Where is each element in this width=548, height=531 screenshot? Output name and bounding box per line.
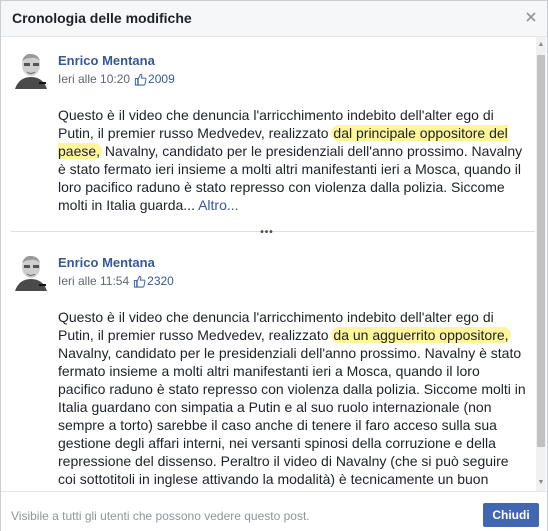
more-versions-icon[interactable]: ••• <box>259 228 275 238</box>
close-button[interactable]: Chiudi <box>483 503 539 527</box>
post-text: Questo è il video che denuncia l'arricch… <box>58 308 528 488</box>
like-icon <box>134 73 147 86</box>
dialog-footer: Visibile a tutti gli utenti che possono … <box>1 491 547 531</box>
edit-history-dialog: Cronologia delle modifiche Enrico Mentan… <box>0 0 548 531</box>
visibility-note: Visibile a tutti gli utenti che possono … <box>11 509 310 523</box>
scroll-down-arrow-icon[interactable]: ▼ <box>537 479 545 487</box>
author-name[interactable]: Enrico Mentana <box>58 53 155 68</box>
see-more-link[interactable]: Altro... <box>198 197 238 213</box>
close-icon[interactable] <box>524 10 538 24</box>
dialog-title: Cronologia delle modifiche <box>12 10 192 26</box>
edited-highlight: da un agguerrito oppositore, <box>331 327 511 343</box>
dialog-header: Cronologia delle modifiche <box>1 1 547 37</box>
scroll-up-arrow-icon[interactable]: ▲ <box>537 41 545 49</box>
post-text: Questo è il video che denuncia l'arricch… <box>58 106 528 214</box>
post-timestamp[interactable]: Ieri alle 10:20 <box>58 72 130 86</box>
history-list: Enrico Mentana Ieri alle 10:20 2009 Ques… <box>1 37 547 491</box>
post-meta: Ieri alle 11:54 2320 <box>58 274 174 288</box>
post-text-part: Navalny, candidato per le presidenziali … <box>58 345 526 487</box>
scroll-thumb[interactable] <box>537 55 545 447</box>
avatar[interactable] <box>11 251 51 291</box>
like-icon <box>134 275 146 288</box>
scrollbar[interactable]: ▲ ▼ <box>536 37 546 491</box>
post-timestamp[interactable]: Ieri alle 11:54 <box>58 274 129 288</box>
avatar[interactable] <box>11 49 51 89</box>
post-text-part: Navalny, candidato per le presidenziali … <box>58 143 523 213</box>
post-meta: Ieri alle 10:20 2009 <box>58 72 175 86</box>
like-count[interactable]: 2009 <box>148 72 175 86</box>
author-name[interactable]: Enrico Mentana <box>58 255 155 270</box>
like-count[interactable]: 2320 <box>147 274 174 288</box>
